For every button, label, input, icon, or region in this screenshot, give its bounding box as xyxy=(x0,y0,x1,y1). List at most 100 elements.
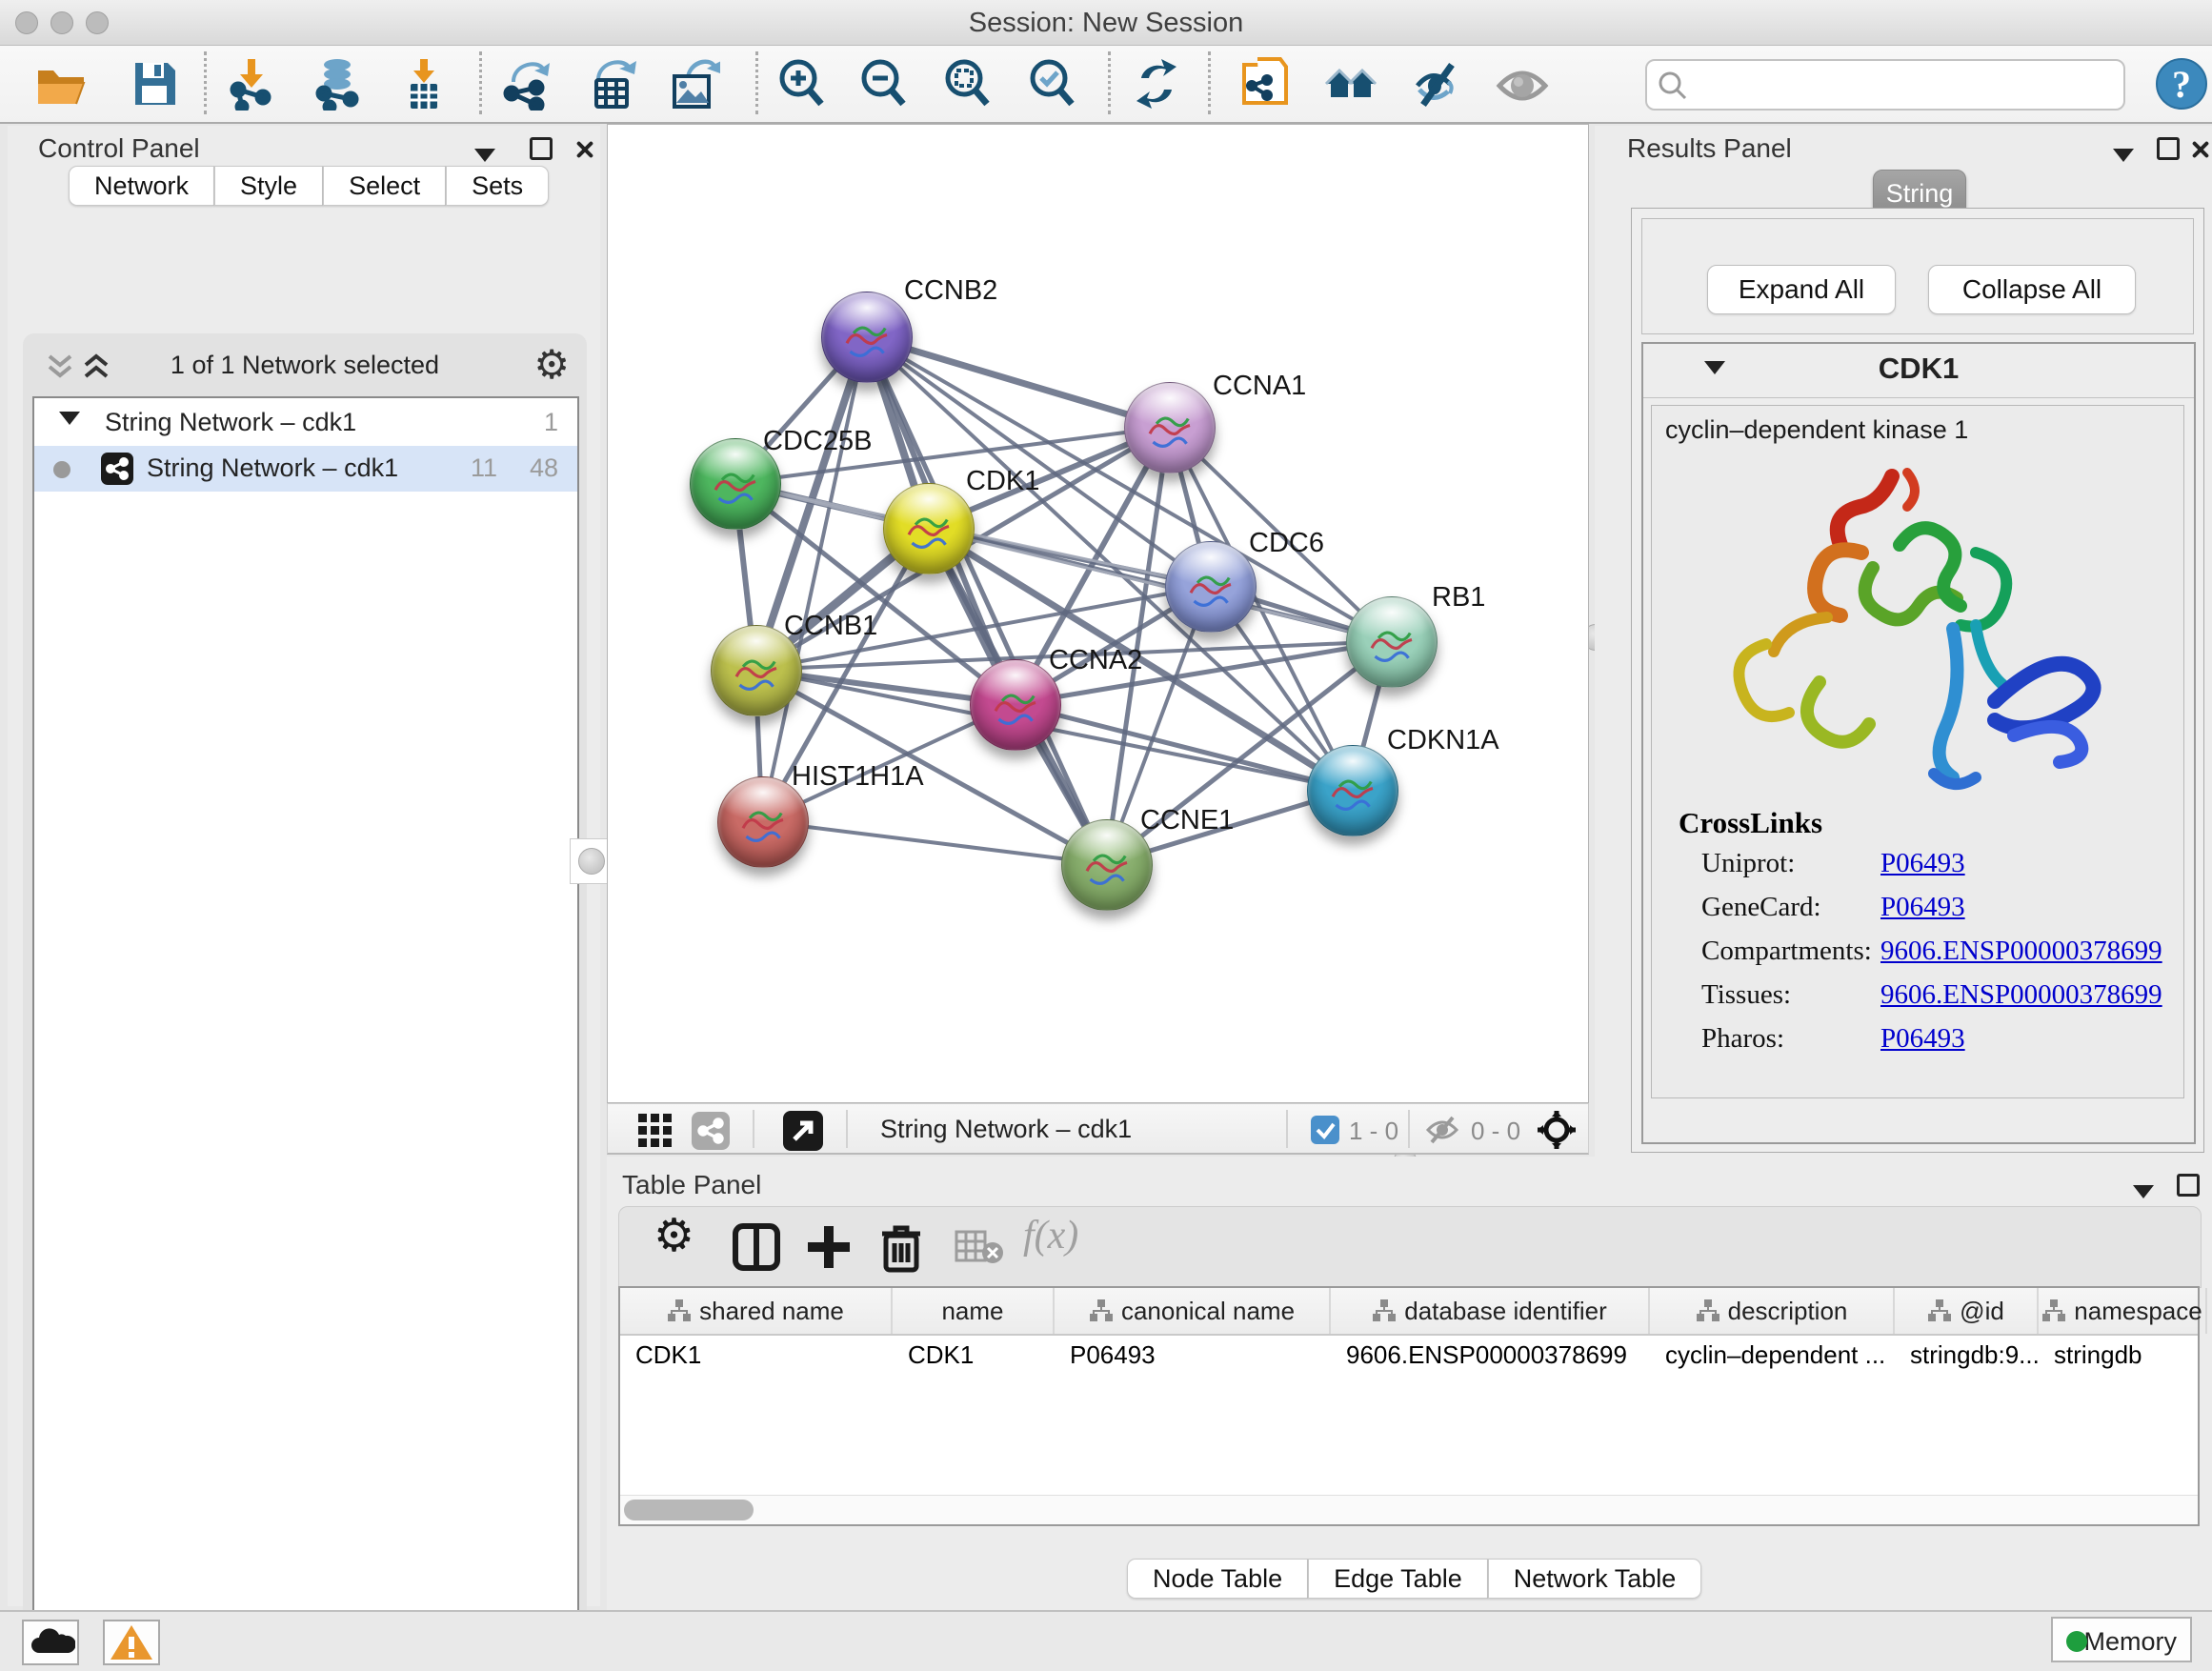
crosslink-label: Pharos: xyxy=(1701,1023,1784,1055)
zoom-in-icon[interactable] xyxy=(775,57,829,111)
crosslink-label: GeneCard: xyxy=(1701,892,1821,923)
column-header-namespace[interactable]: namespace xyxy=(2039,1288,2207,1334)
control-panel-close-icon[interactable] xyxy=(573,137,594,167)
tab-select[interactable]: Select xyxy=(323,166,446,206)
node-label-CCNA2: CCNA2 xyxy=(1049,645,1142,676)
memory-button[interactable]: Memory xyxy=(2051,1617,2192,1662)
crosslink-link[interactable]: 9606.ENSP00000378699 xyxy=(1880,979,2162,1011)
show-eye-disabled-icon[interactable] xyxy=(1496,57,1549,111)
collapse-all-button[interactable]: Collapse All xyxy=(1928,265,2136,314)
export-network-icon[interactable] xyxy=(502,57,555,111)
results-panel-close-icon[interactable] xyxy=(2189,137,2210,167)
expand-all-button[interactable]: Expand All xyxy=(1707,265,1896,314)
open-session-icon[interactable] xyxy=(34,57,88,111)
crosslink-link[interactable]: P06493 xyxy=(1880,848,1965,879)
tab-sets[interactable]: Sets xyxy=(446,166,549,206)
zoom-selected-icon[interactable] xyxy=(1026,57,1079,111)
help-icon[interactable]: ? xyxy=(2155,57,2208,111)
cell-description[interactable]: cyclin–dependent ... xyxy=(1650,1334,1895,1376)
cell-shared-name[interactable]: CDK1 xyxy=(620,1334,893,1376)
zoom-out-icon[interactable] xyxy=(857,57,911,111)
crosslink-link[interactable]: P06493 xyxy=(1880,1023,1965,1055)
network-view-icon[interactable] xyxy=(692,1112,730,1150)
tab-network[interactable]: Network xyxy=(69,166,214,206)
network-row[interactable]: String Network – cdk1 11 48 xyxy=(34,446,577,492)
crosslink-link[interactable]: P06493 xyxy=(1880,892,1965,923)
network-tab-content: 1 of 1 Network selected ⚙ String Network… xyxy=(23,333,587,1671)
table-delete-column-icon[interactable] xyxy=(875,1220,928,1278)
table-add-column-icon[interactable] xyxy=(802,1220,855,1278)
column-header-description[interactable]: description xyxy=(1650,1288,1895,1334)
warnings-button[interactable] xyxy=(103,1620,160,1665)
crosslink-label: Compartments: xyxy=(1701,936,1872,967)
gene-section-header[interactable]: CDK1 xyxy=(1643,344,2194,398)
tab-edge-table[interactable]: Edge Table xyxy=(1308,1559,1488,1599)
network-collection-row[interactable]: String Network – cdk1 1 xyxy=(34,400,577,446)
grid-view-icon[interactable] xyxy=(638,1114,673,1148)
edge-CCNB2-CCNA1[interactable] xyxy=(866,336,1169,427)
column-header-name[interactable]: name xyxy=(893,1288,1055,1334)
search-input[interactable] xyxy=(1645,59,2125,111)
control-panel-menu-icon[interactable] xyxy=(474,139,495,169)
tab-style[interactable]: Style xyxy=(214,166,323,206)
node-CDKN1A[interactable] xyxy=(1307,745,1398,836)
node-CDK1[interactable] xyxy=(883,483,975,574)
import-network-file-icon[interactable] xyxy=(225,57,278,111)
node-label-CDC6: CDC6 xyxy=(1249,528,1324,559)
cell-@id[interactable]: stringdb:9... xyxy=(1895,1334,2039,1376)
results-buttons-row: Expand All Collapse All xyxy=(1641,218,2194,334)
control-panel-title: Control Panel xyxy=(38,133,200,164)
collection-expander-icon[interactable] xyxy=(59,412,80,425)
column-header-canonical-name[interactable]: canonical name xyxy=(1055,1288,1331,1334)
detach-view-icon[interactable] xyxy=(783,1111,823,1151)
refresh-icon[interactable] xyxy=(1130,57,1183,111)
edge-HIST1H1A-CCNE1[interactable] xyxy=(762,821,1106,864)
node-RB1[interactable] xyxy=(1346,596,1438,688)
import-network-database-icon[interactable] xyxy=(311,57,364,111)
network-edges xyxy=(608,125,1590,1104)
node-CCNB2[interactable] xyxy=(821,292,913,383)
hide-selected-eye-icon[interactable] xyxy=(1410,57,1463,111)
node-label-CDC25B: CDC25B xyxy=(763,426,872,457)
svg-text:?: ? xyxy=(2172,63,2191,106)
results-panel-float-icon[interactable] xyxy=(2157,137,2180,167)
memory-status-dot xyxy=(2066,1631,2087,1652)
column-header-database-identifier[interactable]: database identifier xyxy=(1331,1288,1650,1334)
table-horizontal-scrollbar[interactable] xyxy=(620,1495,2198,1524)
node-CCNE1[interactable] xyxy=(1061,819,1153,911)
import-table-icon[interactable] xyxy=(397,57,451,111)
home-views-icon[interactable] xyxy=(1324,57,1377,111)
crosslink-link[interactable]: 9606.ENSP00000378699 xyxy=(1880,936,2162,967)
export-image-icon[interactable] xyxy=(667,57,720,111)
node-CCNA2[interactable] xyxy=(970,659,1061,751)
share-document-icon[interactable] xyxy=(1238,57,1292,111)
node-CDC6[interactable] xyxy=(1165,541,1257,633)
results-panel-menu-icon[interactable] xyxy=(2113,139,2134,169)
save-session-icon[interactable] xyxy=(128,57,181,111)
zoom-fit-icon[interactable] xyxy=(941,57,995,111)
scrollbar-thumb[interactable] xyxy=(624,1500,754,1520)
column-header-shared-name[interactable]: shared name xyxy=(620,1288,893,1334)
column-header-@id[interactable]: @id xyxy=(1895,1288,2039,1334)
cell-namespace[interactable]: stringdb xyxy=(2039,1334,2207,1376)
birds-eye-toggle-icon[interactable] xyxy=(1536,1109,1578,1151)
control-panel-float-icon[interactable] xyxy=(530,137,553,167)
table-panel-float-icon[interactable] xyxy=(2177,1174,2200,1203)
cell-canonical-name[interactable]: P06493 xyxy=(1055,1334,1331,1376)
tab-network-table[interactable]: Network Table xyxy=(1488,1559,1702,1599)
hidden-eye-icon xyxy=(1425,1116,1459,1144)
export-table-icon[interactable] xyxy=(585,57,638,111)
cloud-button[interactable] xyxy=(22,1620,79,1665)
selected-checkbox-icon[interactable] xyxy=(1311,1116,1339,1144)
edge-CCNB2-HIST1H1A[interactable] xyxy=(762,336,866,821)
network-list-gear-icon[interactable]: ⚙ xyxy=(533,341,570,388)
table-gear-icon[interactable]: ⚙ xyxy=(654,1209,694,1262)
cell-name[interactable]: CDK1 xyxy=(893,1334,1055,1376)
cell-database-identifier[interactable]: 9606.ENSP00000378699 xyxy=(1331,1334,1650,1376)
network-canvas[interactable]: CCNB2CCNA1CDC25BCDK1CDC6RB1CCNB1CCNA2CDK… xyxy=(607,124,1589,1103)
table-panel-menu-icon[interactable] xyxy=(2133,1176,2154,1205)
table-columns-icon[interactable] xyxy=(730,1220,783,1278)
tab-node-table[interactable]: Node Table xyxy=(1127,1559,1308,1599)
node-CCNA1[interactable] xyxy=(1124,382,1216,473)
gene-description: cyclin–dependent kinase 1 xyxy=(1665,415,1968,445)
